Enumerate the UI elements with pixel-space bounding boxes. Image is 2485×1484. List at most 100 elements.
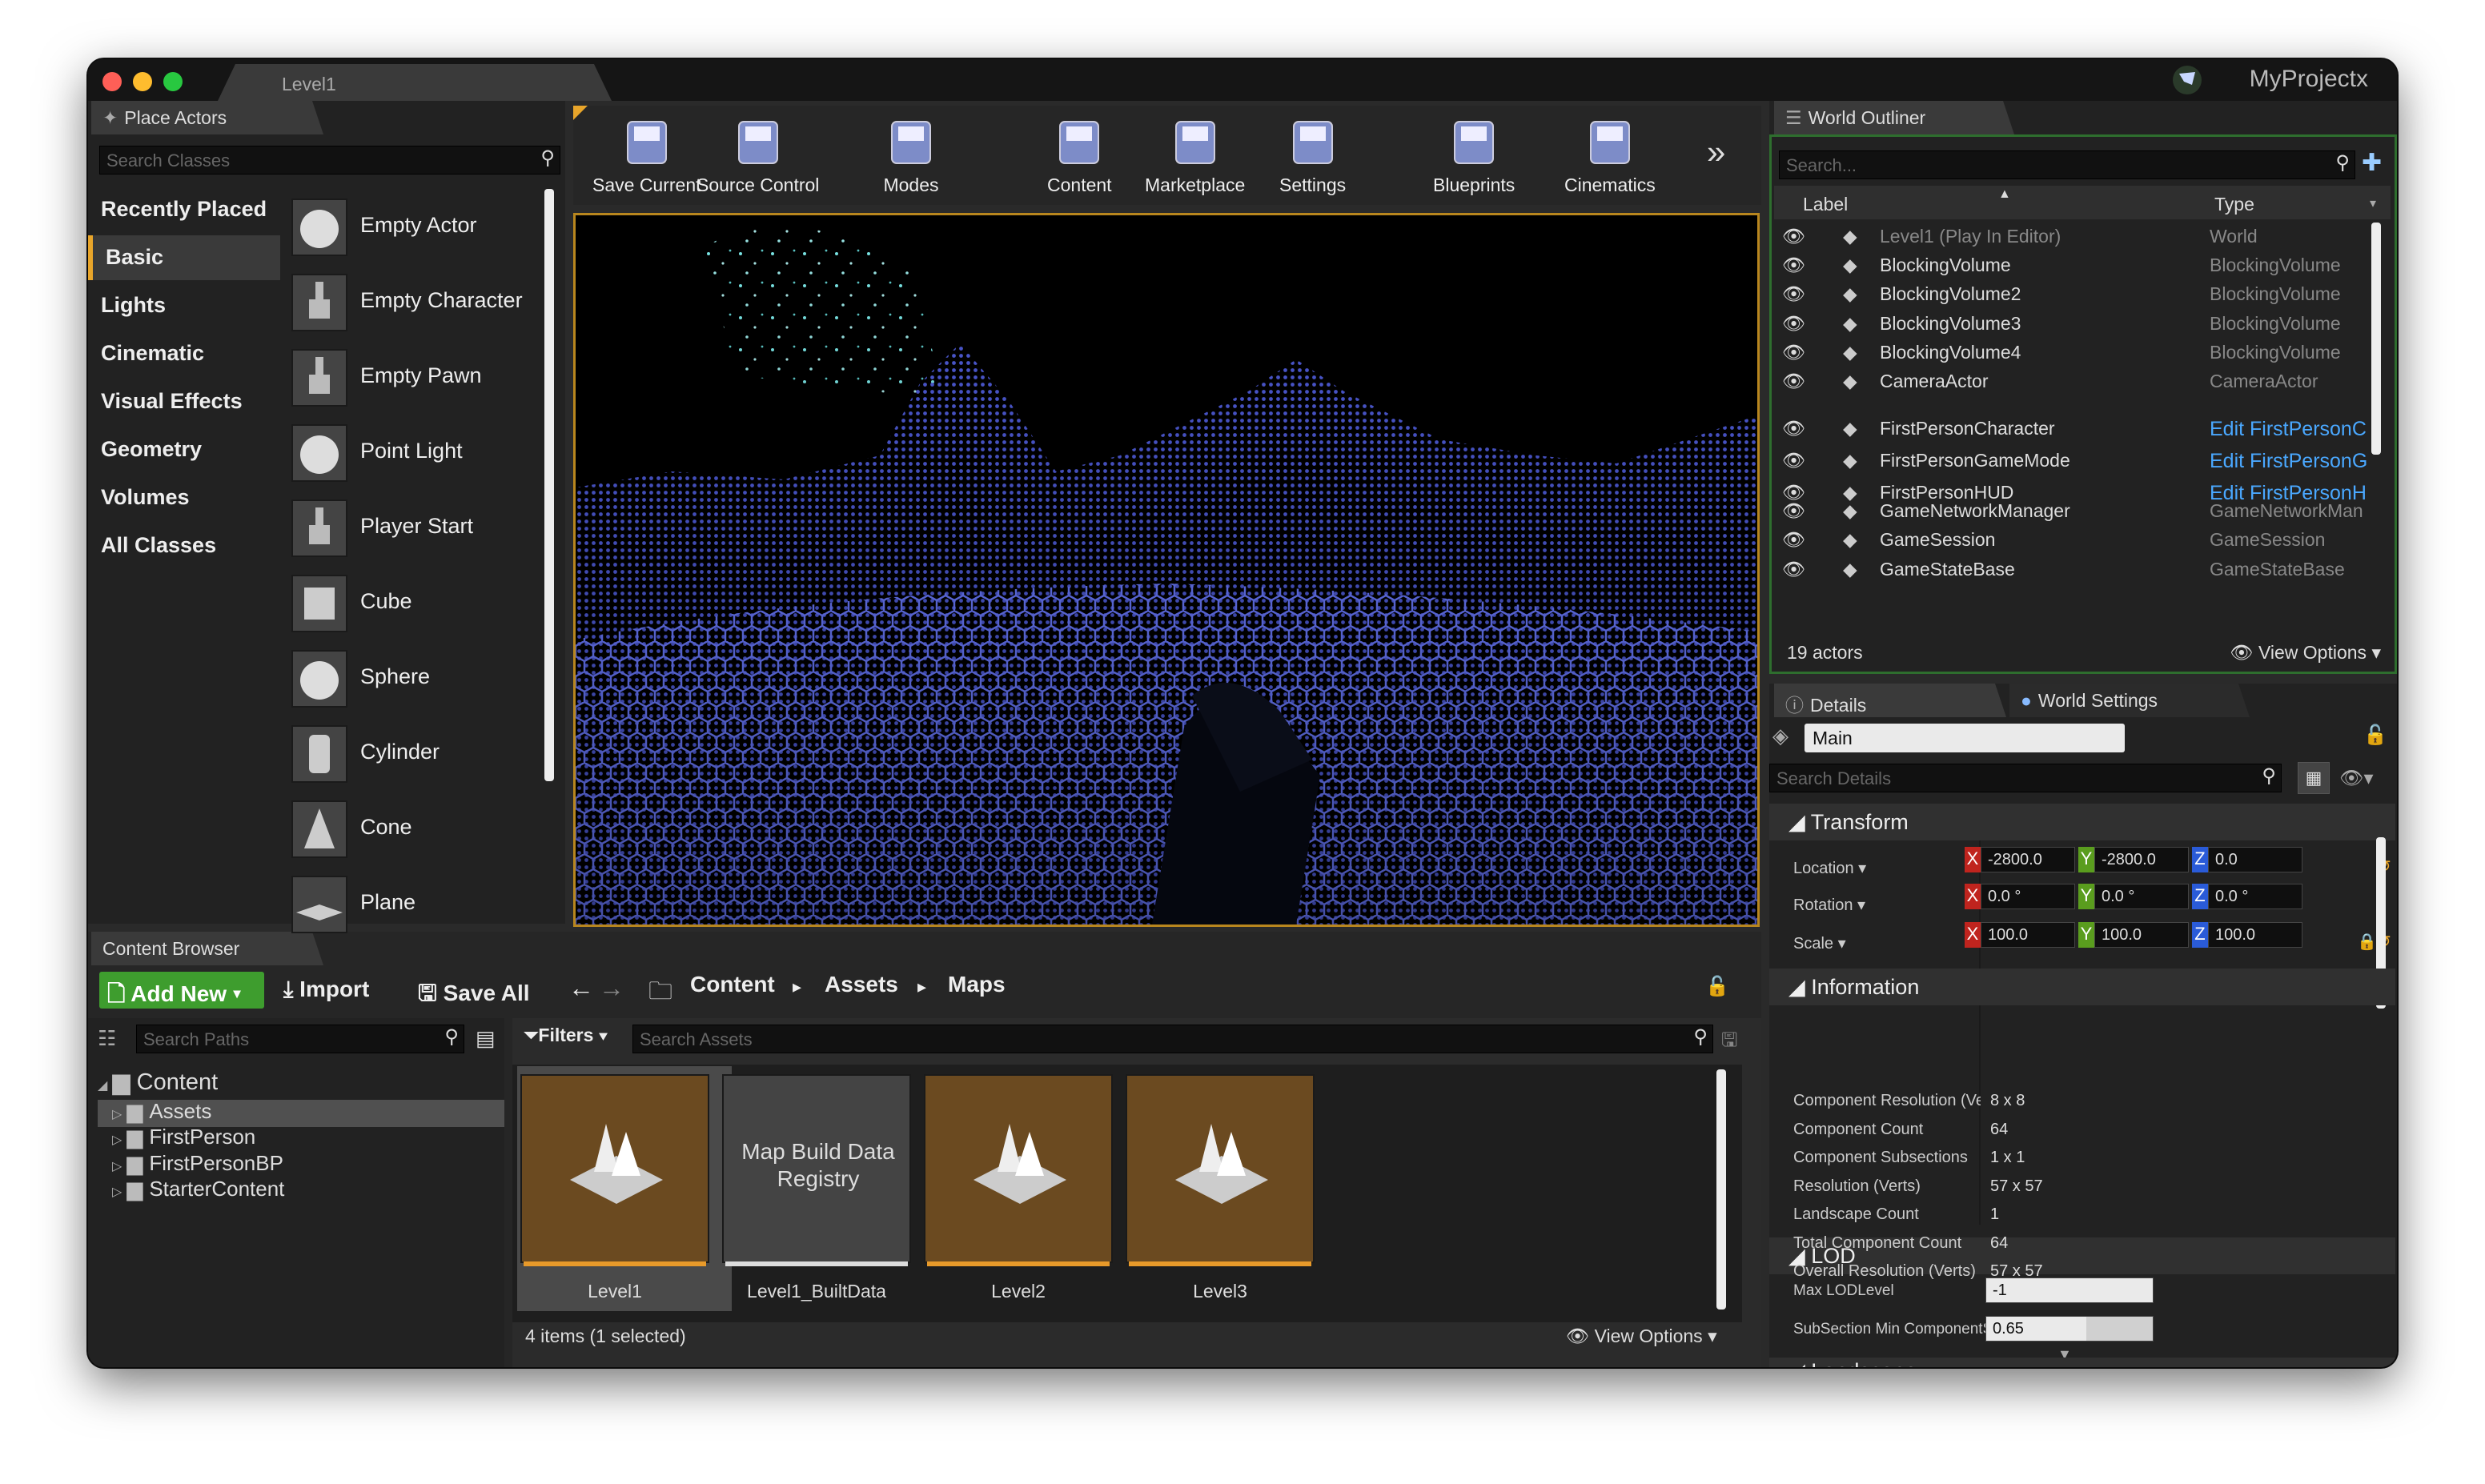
add-new-button[interactable]: 🗋 Add New ▾ — [99, 972, 264, 1009]
filters-button[interactable]: ⏷Filters ▾ — [524, 1025, 608, 1046]
eye-dropdown-icon[interactable]: 👁▾ — [2339, 767, 2374, 790]
category-lights[interactable]: Lights — [88, 283, 280, 328]
visibility-eye-icon[interactable]: 👁 — [1782, 529, 1805, 550]
actor-item-player-start[interactable]: Player Start — [287, 495, 543, 562]
lock-icon[interactable]: 🔓 — [1705, 975, 1729, 998]
scale-z-input[interactable]: 100.0 — [2208, 922, 2302, 948]
rotation-x-input[interactable]: 0.0 ° — [1981, 884, 2075, 909]
visibility-eye-icon[interactable]: 👁 — [1782, 371, 1805, 391]
outliner-row[interactable]: 👁 ◆ BlockingVolume4 BlockingVolume — [1772, 339, 2386, 367]
outliner-row[interactable]: 👁 ◆ BlockingVolume2 BlockingVolume — [1772, 280, 2386, 309]
outliner-row[interactable]: 👁 ◆ CameraActor CameraActor — [1772, 367, 2386, 396]
outliner-row[interactable]: 👁 ◆ FirstPersonGameMode Edit FirstPersonG — [1772, 447, 2386, 475]
category-recently-placed[interactable]: Recently Placed — [88, 187, 280, 232]
blueprints-button[interactable]: Blueprints — [1433, 115, 1515, 196]
breadcrumb-maps[interactable]: Maps — [948, 972, 1006, 997]
import-button[interactable]: ⤓ Import — [283, 977, 369, 1003]
actor-item-cube[interactable]: Cube — [287, 570, 543, 637]
level-tab[interactable]: Level1 — [218, 64, 612, 101]
settings-button[interactable]: Settings — [1279, 115, 1346, 196]
category-all-classes[interactable]: All Classes — [88, 523, 280, 568]
level-viewport[interactable] — [573, 213, 1760, 927]
visibility-eye-icon[interactable]: 👁 — [1782, 559, 1805, 580]
visibility-eye-icon[interactable]: 👁 — [1782, 226, 1805, 247]
minimize-window-button[interactable] — [133, 72, 152, 91]
actor-item-point-light[interactable]: Point Light — [287, 419, 543, 487]
grid-view-icon[interactable]: ▦ — [2298, 762, 2330, 794]
save-all-button[interactable]: 🖫 Save All — [418, 977, 530, 1015]
category-basic[interactable]: Basic — [88, 235, 280, 280]
content-view-options-button[interactable]: 👁 View Options ▾ — [1566, 1326, 1717, 1347]
outliner-row[interactable]: 👁 ◆ GameSession GameSession — [1772, 526, 2386, 555]
sources-toggle-icon[interactable]: ☷ — [98, 1026, 116, 1051]
actor-item-sphere[interactable]: Sphere — [287, 645, 543, 712]
source-control-button[interactable]: Source Control — [697, 115, 819, 196]
breadcrumb-assets[interactable]: Assets — [825, 972, 898, 997]
outliner-search-input[interactable]: Search... ⚲ — [1779, 150, 2355, 179]
outliner-row[interactable]: 👁 ◆ GameStateBase GameStateBase — [1772, 555, 2386, 584]
chevron-down-icon[interactable]: ▾ — [2370, 195, 2376, 211]
content-button[interactable]: Content — [1047, 115, 1112, 196]
category-visual-effects[interactable]: Visual Effects — [88, 379, 280, 424]
save-button[interactable]: Save Current — [592, 115, 701, 196]
breadcrumb-content[interactable]: Content — [690, 972, 775, 997]
asset-tile[interactable] — [924, 1074, 1113, 1266]
column-type-header[interactable]: Type — [2214, 194, 2254, 215]
asset-tile[interactable]: Map Build Data Registry — [722, 1074, 911, 1266]
lock-scale-icon[interactable]: 🔒 — [2357, 932, 2377, 952]
location-x-input[interactable]: -2800.0 — [1981, 847, 2075, 872]
marketplace-button[interactable]: Marketplace — [1145, 115, 1245, 196]
folder-content[interactable]: ◢ ▆ Content — [98, 1068, 218, 1095]
visibility-eye-icon[interactable]: 👁 — [1782, 283, 1805, 304]
location-y-input[interactable]: -2800.0 — [2094, 847, 2189, 872]
folder-firstpersonbp[interactable]: ▷ ▆ FirstPersonBP — [112, 1151, 283, 1175]
visibility-eye-icon[interactable]: 👁 — [1782, 500, 1805, 521]
rotation-y-input[interactable]: 0.0 ° — [2094, 884, 2189, 909]
folder-startercontent[interactable]: ▷ ▆ StarterContent — [112, 1177, 284, 1201]
lock-icon[interactable]: 🔓 — [2363, 724, 2387, 747]
information-section-header[interactable]: ◢ Information — [1769, 969, 2395, 1005]
search-assets-input[interactable]: Search Assets ⚲ — [632, 1025, 1713, 1053]
asset-scrollbar[interactable] — [1716, 1069, 1726, 1310]
asset-tile[interactable] — [1126, 1074, 1315, 1266]
maximize-window-button[interactable] — [163, 72, 183, 91]
toolbar-overflow-icon[interactable]: » — [1707, 133, 1725, 171]
add-filter-icon[interactable]: ✚ — [2362, 149, 2382, 177]
column-label-header[interactable]: Label — [1803, 194, 1848, 215]
category-volumes[interactable]: Volumes — [88, 475, 280, 520]
visibility-eye-icon[interactable]: 👁 — [1782, 313, 1805, 334]
visibility-eye-icon[interactable]: 👁 — [1782, 342, 1805, 363]
actor-item-cone[interactable]: Cone — [287, 796, 543, 863]
actor-item-cylinder[interactable]: Cylinder — [287, 720, 543, 788]
folder-firstperson[interactable]: ▷ ▆ FirstPerson — [112, 1125, 255, 1149]
visibility-eye-icon[interactable]: 👁 — [1782, 450, 1805, 471]
actor-item-empty-actor[interactable]: Empty Actor — [287, 194, 543, 261]
outliner-row[interactable]: 👁 ◆ GameNetworkManager GameNetworkMan — [1772, 497, 2386, 526]
landscape-section-header[interactable]: ◢ Landscape — [1769, 1358, 2395, 1367]
save-search-icon[interactable]: 🖫 — [1721, 1026, 1737, 1059]
edit-blueprint-link[interactable]: Edit FirstPersonG — [2210, 450, 2383, 473]
details-search-input[interactable]: Search Details ⚲ — [1769, 764, 2282, 792]
search-paths-input[interactable]: Search Paths ⚲ — [136, 1025, 464, 1053]
edit-blueprint-link[interactable]: Edit FirstPersonC — [2210, 418, 2383, 441]
subsection-min-input[interactable]: 0.65 — [1985, 1316, 2154, 1342]
outliner-row[interactable]: 👁 ◆ FirstPersonCharacter Edit FirstPersonC — [1772, 415, 2386, 443]
actor-item-empty-pawn[interactable]: Empty Pawn — [287, 344, 543, 411]
location-z-input[interactable]: 0.0 — [2208, 847, 2302, 872]
folder-assets[interactable]: ▷ ▆ Assets — [112, 1099, 211, 1123]
category-cinematic[interactable]: Cinematic — [88, 331, 280, 376]
collections-icon[interactable]: ▤ — [476, 1026, 496, 1051]
asset-tile[interactable] — [520, 1074, 709, 1266]
expand-arrow-icon[interactable]: ▷ — [112, 1185, 122, 1199]
outliner-view-options-button[interactable]: 👁 View Options ▾ — [2230, 642, 2381, 664]
forward-arrow-icon[interactable]: → — [599, 973, 624, 1003]
outliner-row[interactable]: 👁 ◆ BlockingVolume3 BlockingVolume — [1772, 310, 2386, 339]
actor-item-plane[interactable]: Plane — [287, 871, 543, 938]
expand-arrow-icon[interactable]: ▷ — [112, 1133, 122, 1147]
world-settings-tab[interactable]: ● World Settings — [2009, 684, 2250, 717]
outliner-row[interactable]: 👁 ◆ BlockingVolume BlockingVolume — [1772, 251, 2386, 280]
outliner-row[interactable]: 👁 ◆ Level1 (Play In Editor) World — [1772, 223, 2386, 251]
world-outliner-tab[interactable]: ☰ World Outliner — [1774, 101, 2014, 134]
expand-arrow-icon[interactable]: ▷ — [112, 1108, 122, 1121]
actor-item-empty-character[interactable]: Empty Character — [287, 269, 543, 336]
